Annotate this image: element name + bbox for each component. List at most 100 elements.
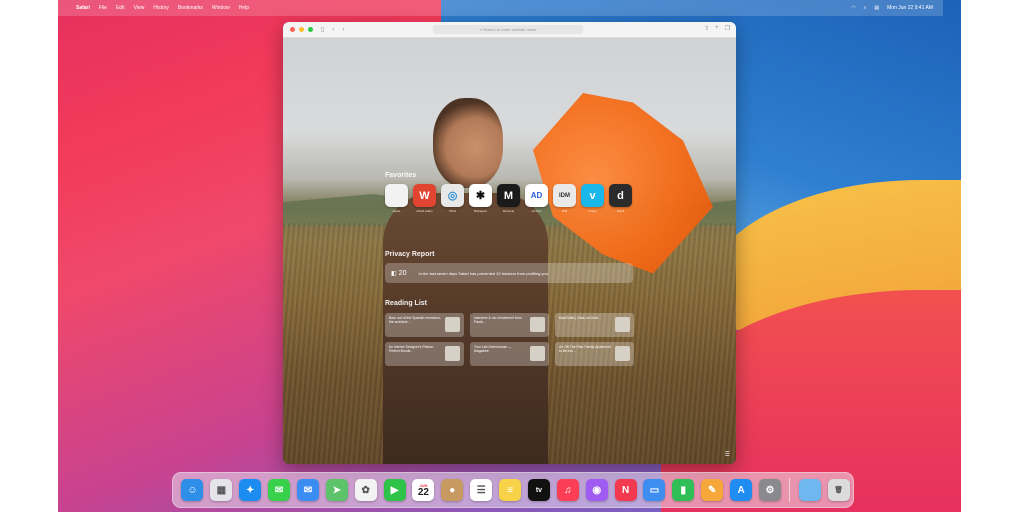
messages-icon[interactable]: ✉ [268, 479, 291, 501]
menu-extras: ◠ ⌕ ▤ Mon Jun 22 9:41 AM [843, 5, 933, 11]
podcasts-icon[interactable]: ◉ [585, 479, 608, 501]
favorite-item[interactable]: AD Ad Hoc [525, 184, 548, 213]
favorite-icon: W [413, 184, 436, 207]
menu-help[interactable]: Help [239, 5, 249, 11]
notes-icon[interactable]: ≡ [499, 479, 522, 501]
favorite-label: Ad Hoc [531, 209, 542, 213]
reading-list-thumbnail [615, 346, 630, 361]
menu-history[interactable]: History [153, 5, 169, 11]
favorite-item[interactable]: ✱ Bobapear [469, 184, 492, 213]
menu-bar: Safari File Edit View History Bookmarks … [58, 0, 943, 16]
favorite-icon [385, 184, 408, 207]
reading-list-item[interactable]: An Interior Designer's Picture-Perfect B… [385, 342, 464, 366]
shield-icon: ◧ [391, 270, 397, 277]
pages-icon[interactable]: ✎ [701, 479, 724, 501]
zoom-window-button[interactable] [308, 27, 313, 32]
favorite-item[interactable]: Apple [385, 184, 408, 213]
system-preferences-icon[interactable]: ⚙ [758, 479, 781, 501]
calendar-icon[interactable]: JUN 22 [412, 479, 435, 501]
keynote-icon[interactable]: ▭ [643, 479, 666, 501]
control-center-icon[interactable]: ▤ [874, 5, 879, 11]
favorite-icon: M [497, 184, 520, 207]
favorite-item[interactable]: ◎ Wind [441, 184, 464, 213]
mail-icon[interactable]: ✉ [296, 479, 319, 501]
reading-list-thumbnail [615, 317, 630, 332]
maps-icon[interactable]: ➤ [325, 479, 348, 501]
customize-start-page-icon[interactable]: ☰ [725, 451, 730, 458]
trash-icon[interactable]: 🗑 [827, 479, 850, 501]
address-bar[interactable]: ⌕ Search or enter website name [433, 25, 583, 34]
reading-list-title: Reading List [385, 300, 428, 307]
tracker-count: 20 [398, 269, 407, 277]
reading-list-item[interactable]: An Off-The-Plan Family Apartment to Be A… [555, 342, 634, 366]
favorites-title: Favorites [385, 172, 417, 179]
privacy-report-title: Privacy Report [385, 251, 435, 258]
music-icon[interactable]: ♫ [556, 479, 579, 501]
favorite-item[interactable]: M Monocle [497, 184, 520, 213]
favorites-grid: Apple W Alfred Adam ◎ Wind ✱ Bobapear M Monocle A… [385, 184, 632, 213]
address-placeholder: Search or enter website name [482, 27, 537, 32]
sidebar-toggle-icon[interactable]: ▯ [321, 26, 324, 33]
reading-list-item-title: Interview & mo revivement from Paula… [474, 316, 522, 325]
privacy-report-text: In the last seven days Safari has preven… [418, 270, 549, 276]
forward-icon[interactable]: › [342, 27, 344, 33]
reading-list-item[interactable]: Your Lab Greenhouse — Magazine [470, 342, 549, 366]
menu-view[interactable]: View [134, 5, 145, 11]
facetime-icon[interactable]: ▶ [383, 479, 406, 501]
favorite-icon: v [581, 184, 604, 207]
favorite-label: IDM [561, 209, 568, 213]
menu-bookmarks[interactable]: Bookmarks [178, 5, 203, 11]
launchpad-icon[interactable]: ▦ [210, 479, 233, 501]
favorite-item[interactable]: IDM IDM [553, 184, 576, 213]
search-icon[interactable]: ⌕ [864, 5, 867, 11]
privacy-report-card[interactable]: ◧ 20 In the last seven days Safari has p… [385, 263, 633, 283]
menu-edit[interactable]: Edit [116, 5, 125, 11]
tab-overview-icon[interactable]: ❐ [725, 25, 730, 32]
start-page: Favorites Apple W Alfred Adam ◎ Wind ✱ Bobapea… [283, 38, 736, 464]
favorite-label: Dwell [616, 209, 625, 213]
favorite-label: Alfred Adam [416, 209, 433, 213]
menubar-clock[interactable]: Mon Jun 22 9:41 AM [887, 5, 933, 11]
reading-list-item-title: An Off-The-Plan Family Apartment to Be A… [559, 345, 611, 354]
finder-icon[interactable]: ☺ [181, 479, 204, 501]
dock-separator [789, 478, 791, 502]
safari-window: ▯ ‹ › ⌕ Search or enter website name ⇧ +… [283, 22, 736, 464]
reading-list-grid: Born out of the Spanish recession, the a… [385, 313, 634, 366]
favorite-item[interactable]: v Vimeo [581, 184, 604, 213]
photos-icon[interactable]: ✿ [354, 479, 377, 501]
favorite-icon: ✱ [469, 184, 492, 207]
favorite-label: Wind [449, 209, 456, 213]
minimize-window-button[interactable] [299, 27, 304, 32]
reading-list-thumbnail [530, 317, 545, 332]
reading-list-item-title: Born out of the Spanish recession, the a… [389, 316, 441, 325]
background-person-head [433, 98, 503, 188]
reading-list-thumbnail [530, 346, 545, 361]
reading-list-item-title: Your Lab Greenhouse — Magazine [474, 345, 512, 354]
reading-list-item[interactable]: MacGuffin | Desk on Deck [555, 313, 634, 337]
favorite-label: Bobapear [473, 209, 487, 213]
downloads-folder-icon[interactable] [798, 479, 821, 501]
new-tab-icon[interactable]: + [715, 25, 719, 32]
menu-window[interactable]: Window [212, 5, 230, 11]
numbers-icon[interactable]: ▮ [672, 479, 695, 501]
back-icon[interactable]: ‹ [332, 27, 334, 33]
app-store-icon[interactable]: A [730, 479, 753, 501]
reminders-icon[interactable]: ☰ [470, 479, 493, 501]
news-icon[interactable]: N [614, 479, 637, 501]
share-icon[interactable]: ⇧ [704, 25, 709, 32]
close-window-button[interactable] [290, 27, 295, 32]
menu-safari[interactable]: Safari [76, 5, 90, 11]
reading-list-item-title: An Interior Designer's Picture-Perfect B… [389, 345, 435, 354]
menu-file[interactable]: File [99, 5, 107, 11]
safari-icon[interactable]: ✦ [239, 479, 262, 501]
favorite-label: Monocle [502, 209, 515, 213]
contacts-icon[interactable]: ● [441, 479, 464, 501]
favorite-label: Apple [392, 209, 401, 213]
reading-list-item[interactable]: Born out of the Spanish recession, the a… [385, 313, 464, 337]
favorite-item[interactable]: W Alfred Adam [413, 184, 436, 213]
favorite-icon: IDM [553, 184, 576, 207]
favorite-item[interactable]: d Dwell [609, 184, 632, 213]
reading-list-item[interactable]: Interview & mo revivement from Paula… [470, 313, 549, 337]
tv-icon[interactable]: tv [527, 479, 550, 501]
wifi-icon[interactable]: ◠ [851, 5, 855, 11]
